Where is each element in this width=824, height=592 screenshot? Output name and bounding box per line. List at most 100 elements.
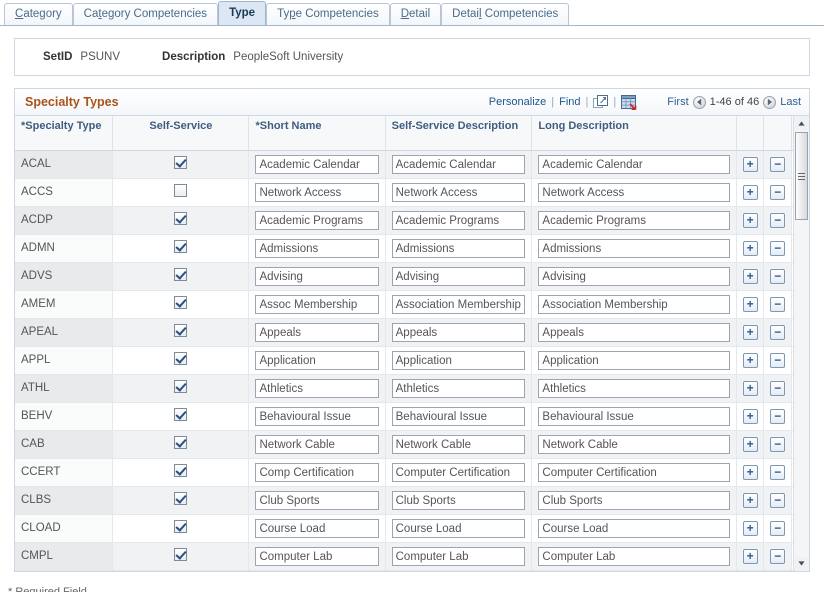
self-service-description-input[interactable]: Network Cable [391,434,526,454]
self-service-description-input[interactable]: Club Sports [391,490,526,510]
long-description-input[interactable]: Club Sports [538,490,730,510]
add-row-button[interactable]: + [742,352,758,368]
self-service-description-input[interactable]: Application [391,350,526,370]
scroll-up-icon[interactable] [794,116,809,130]
short-name-input[interactable]: Academic Calendar [255,154,379,174]
delete-row-button[interactable]: − [770,436,786,452]
self-service-checkbox[interactable] [174,296,188,309]
self-service-checkbox[interactable] [174,324,188,337]
self-service-checkbox[interactable] [174,184,188,197]
long-description-input[interactable]: Computer Lab [538,546,730,566]
long-description-input[interactable]: Course Load [538,518,730,538]
personalize-link[interactable]: Personalize [489,96,546,108]
tab-type[interactable]: Type [218,1,267,25]
self-service-checkbox[interactable] [174,520,188,533]
scrollbar-thumb[interactable] [795,132,808,220]
delete-row-button[interactable]: − [770,268,786,284]
delete-row-button[interactable]: − [770,352,786,368]
short-name-input[interactable]: Behavioural Issue [255,406,379,426]
add-row-button[interactable]: + [742,184,758,200]
short-name-input[interactable]: Academic Programs [255,210,379,230]
column-header-self-service[interactable]: Self-Service [112,116,250,151]
self-service-description-input[interactable]: Computer Certification [391,462,526,482]
add-row-button[interactable]: + [742,520,758,536]
add-row-button[interactable]: + [742,380,758,396]
download-spreadsheet-icon[interactable] [621,94,637,110]
delete-row-button[interactable]: − [770,492,786,508]
short-name-input[interactable]: Admissions [255,238,379,258]
short-name-input[interactable]: Comp Certification [255,462,379,482]
short-name-input[interactable]: Advising [255,266,379,286]
long-description-input[interactable]: Appeals [538,322,730,342]
self-service-checkbox[interactable] [174,464,188,477]
add-row-button[interactable]: + [742,212,758,228]
self-service-checkbox[interactable] [174,436,188,449]
long-description-input[interactable]: Network Cable [538,434,730,454]
view-all-icon[interactable] [593,95,609,109]
tab-category-competencies[interactable]: Category Competencies [72,3,219,25]
delete-row-button[interactable]: − [770,324,786,340]
tab-category[interactable]: Category [4,3,73,25]
short-name-input[interactable]: Athletics [255,378,379,398]
add-row-button[interactable]: + [742,268,758,284]
delete-row-button[interactable]: − [770,464,786,480]
self-service-checkbox[interactable] [174,380,188,393]
add-row-button[interactable]: + [742,324,758,340]
add-row-button[interactable]: + [742,436,758,452]
self-service-checkbox[interactable] [174,156,188,169]
delete-row-button[interactable]: − [770,548,786,564]
short-name-input[interactable]: Network Access [255,182,379,202]
column-header-short-name[interactable]: *Short Name [248,116,386,151]
self-service-description-input[interactable]: Academic Calendar [391,154,526,174]
short-name-input[interactable]: Computer Lab [255,546,379,566]
self-service-description-input[interactable]: Computer Lab [391,546,526,566]
column-header-long-description[interactable]: Long Description [531,116,737,151]
tab-detail-competencies[interactable]: Detail Competencies [441,3,570,25]
self-service-description-input[interactable]: Advising [391,266,526,286]
delete-row-button[interactable]: − [770,184,786,200]
column-header-specialty-type[interactable]: *Specialty Type [15,116,114,151]
long-description-input[interactable]: Computer Certification [538,462,730,482]
delete-row-button[interactable]: − [770,520,786,536]
self-service-description-input[interactable]: Network Access [391,182,526,202]
self-service-description-input[interactable]: Course Load [391,518,526,538]
long-description-input[interactable]: Athletics [538,378,730,398]
self-service-checkbox[interactable] [174,548,188,561]
delete-row-button[interactable]: − [770,156,786,172]
scroll-down-icon[interactable] [794,556,809,571]
self-service-checkbox[interactable] [174,492,188,505]
self-service-checkbox[interactable] [174,352,188,365]
long-description-input[interactable]: Academic Calendar [538,154,730,174]
column-header-self-service-description[interactable]: Self-Service Description [385,116,533,151]
self-service-description-input[interactable]: Association Membership [391,294,526,314]
self-service-description-input[interactable]: Academic Programs [391,210,526,230]
long-description-input[interactable]: Advising [538,266,730,286]
delete-row-button[interactable]: − [770,380,786,396]
prev-arrow-icon[interactable] [692,95,706,109]
add-row-button[interactable]: + [742,408,758,424]
self-service-description-input[interactable]: Admissions [391,238,526,258]
next-arrow-icon[interactable] [763,95,777,109]
delete-row-button[interactable]: − [770,212,786,228]
short-name-input[interactable]: Course Load [255,518,379,538]
tab-detail[interactable]: Detail [389,3,442,25]
long-description-input[interactable]: Application [538,350,730,370]
self-service-checkbox[interactable] [174,212,188,225]
add-row-button[interactable]: + [742,296,758,312]
short-name-input[interactable]: Application [255,350,379,370]
add-row-button[interactable]: + [742,240,758,256]
short-name-input[interactable]: Appeals [255,322,379,342]
tab-type-competencies[interactable]: Type Competencies [266,3,390,25]
short-name-input[interactable]: Club Sports [255,490,379,510]
find-link[interactable]: Find [559,96,580,108]
short-name-input[interactable]: Assoc Membership [255,294,379,314]
add-row-button[interactable]: + [742,464,758,480]
self-service-checkbox[interactable] [174,408,188,421]
long-description-input[interactable]: Admissions [538,238,730,258]
self-service-checkbox[interactable] [174,240,188,253]
self-service-checkbox[interactable] [174,268,188,281]
short-name-input[interactable]: Network Cable [255,434,379,454]
first-link[interactable]: First [667,96,688,108]
self-service-description-input[interactable]: Appeals [391,322,526,342]
long-description-input[interactable]: Academic Programs [538,210,730,230]
